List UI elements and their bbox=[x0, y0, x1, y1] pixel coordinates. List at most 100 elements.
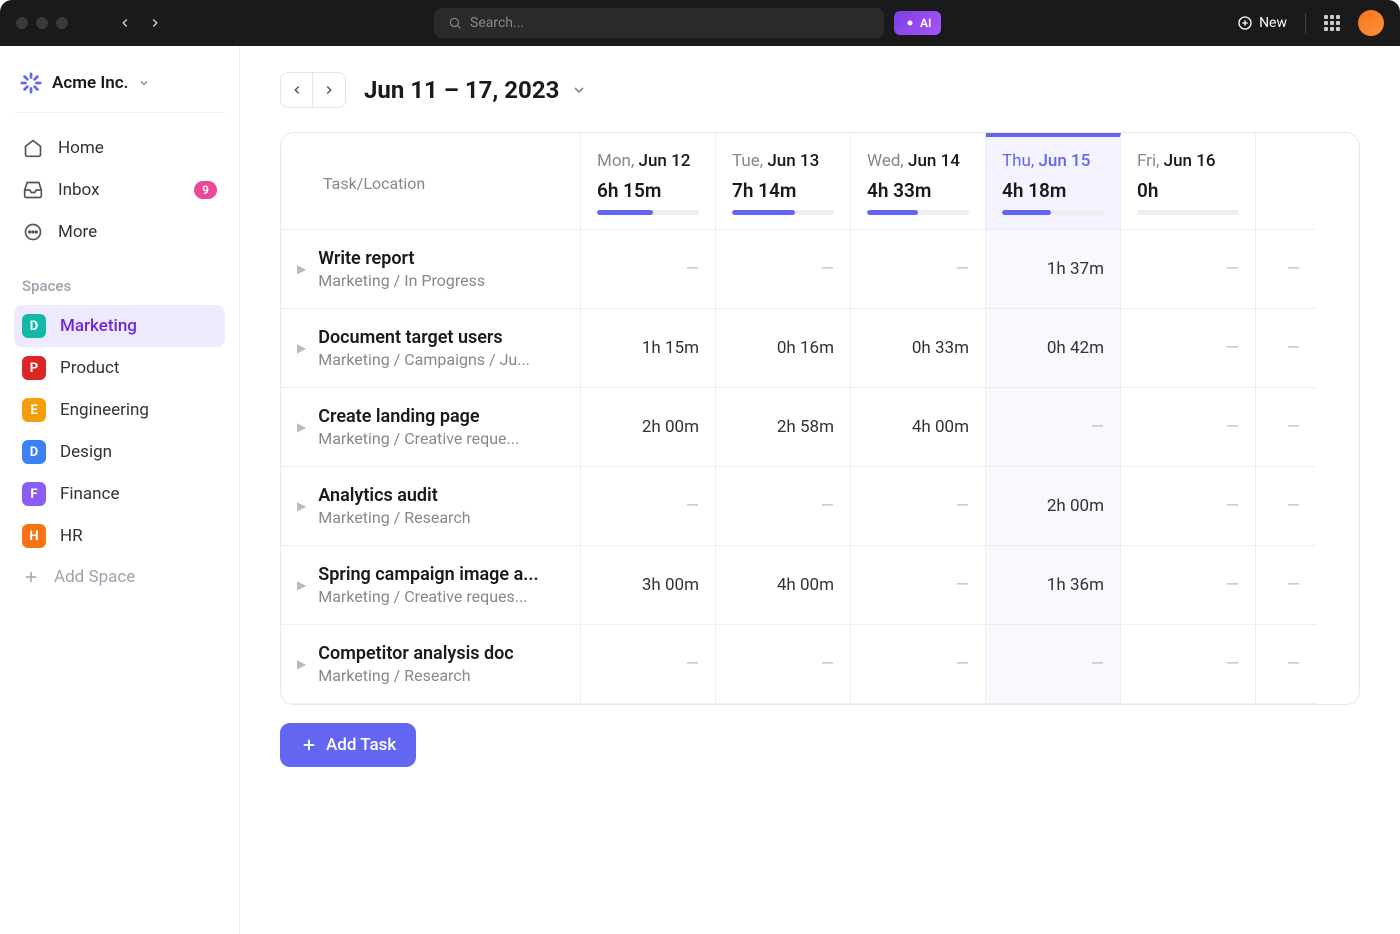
timesheet-table: Task/Location Mon, Jun 12 6h 15m Tue, Ju… bbox=[280, 132, 1360, 705]
time-cell[interactable]: 3h 00m bbox=[581, 546, 716, 625]
time-cell[interactable]: — bbox=[851, 467, 986, 546]
task-cell[interactable]: ▶ Competitor analysis docMarketing / Res… bbox=[281, 625, 581, 704]
time-cell[interactable]: — bbox=[1256, 467, 1316, 546]
day-header[interactable]: Thu, Jun 15 4h 18m bbox=[986, 133, 1121, 230]
nav-forward-icon[interactable] bbox=[148, 16, 162, 30]
space-item-design[interactable]: DDesign bbox=[14, 431, 225, 473]
time-cell[interactable]: 1h 36m bbox=[986, 546, 1121, 625]
time-cell[interactable]: — bbox=[1256, 388, 1316, 467]
ai-button[interactable]: AI bbox=[894, 11, 941, 35]
new-button[interactable]: New bbox=[1237, 15, 1287, 31]
add-space-button[interactable]: Add Space bbox=[14, 557, 225, 597]
space-item-marketing[interactable]: DMarketing bbox=[14, 305, 225, 347]
time-cell[interactable]: — bbox=[1256, 546, 1316, 625]
search-input[interactable]: Search... bbox=[434, 8, 884, 38]
workspace-switcher[interactable]: Acme Inc. bbox=[14, 64, 225, 113]
time-cell[interactable]: — bbox=[716, 467, 851, 546]
more-icon bbox=[22, 221, 44, 243]
ai-icon bbox=[904, 17, 916, 29]
search-icon bbox=[448, 16, 462, 30]
search-placeholder: Search... bbox=[470, 15, 524, 31]
space-label: Product bbox=[60, 358, 119, 378]
divider bbox=[1305, 13, 1306, 33]
date-nav bbox=[280, 72, 346, 108]
time-cell[interactable]: — bbox=[851, 230, 986, 309]
date-range[interactable]: Jun 11 – 17, 2023 bbox=[364, 76, 587, 104]
avatar[interactable] bbox=[1358, 10, 1384, 36]
apps-icon[interactable] bbox=[1324, 15, 1340, 31]
expand-icon[interactable]: ▶ bbox=[297, 657, 306, 671]
time-cell[interactable]: — bbox=[851, 546, 986, 625]
time-cell[interactable]: — bbox=[1121, 388, 1256, 467]
space-item-engineering[interactable]: EEngineering bbox=[14, 389, 225, 431]
day-header[interactable]: Wed, Jun 14 4h 33m bbox=[851, 133, 986, 230]
nav-inbox[interactable]: Inbox 9 bbox=[14, 169, 225, 211]
time-cell[interactable]: 0h 42m bbox=[986, 309, 1121, 388]
time-cell[interactable]: 0h 16m bbox=[716, 309, 851, 388]
expand-icon[interactable]: ▶ bbox=[297, 499, 306, 513]
time-cell[interactable]: — bbox=[581, 625, 716, 704]
day-header[interactable]: Mon, Jun 12 6h 15m bbox=[581, 133, 716, 230]
time-cell[interactable]: — bbox=[1121, 546, 1256, 625]
time-cell[interactable]: 2h 58m bbox=[716, 388, 851, 467]
task-cell[interactable]: ▶ Create landing page Marketing / Creativ… bbox=[281, 388, 581, 467]
time-cell[interactable]: — bbox=[986, 625, 1121, 704]
add-task-button[interactable]: Add Task bbox=[280, 723, 416, 767]
nav-more[interactable]: More bbox=[14, 211, 225, 253]
inbox-icon bbox=[22, 179, 44, 201]
day-total: 6h 15m bbox=[597, 179, 699, 202]
time-cell[interactable]: — bbox=[1256, 230, 1316, 309]
topbar: Search... AI New bbox=[0, 0, 1400, 46]
time-cell[interactable]: 4h 00m bbox=[716, 546, 851, 625]
expand-icon[interactable]: ▶ bbox=[297, 420, 306, 434]
day-header[interactable]: Fri, Jun 16 0h bbox=[1121, 133, 1256, 230]
time-cell[interactable]: — bbox=[1121, 230, 1256, 309]
task-title: Analytics audit bbox=[318, 485, 470, 506]
time-cell[interactable]: 2h 00m bbox=[581, 388, 716, 467]
expand-icon[interactable]: ▶ bbox=[297, 341, 306, 355]
space-item-hr[interactable]: HHR bbox=[14, 515, 225, 557]
spaces-label: Spaces bbox=[14, 253, 225, 305]
expand-icon[interactable]: ▶ bbox=[297, 578, 306, 592]
time-cell[interactable]: — bbox=[581, 230, 716, 309]
workspace-name: Acme Inc. bbox=[52, 73, 128, 93]
space-item-product[interactable]: PProduct bbox=[14, 347, 225, 389]
expand-icon[interactable]: ▶ bbox=[297, 262, 306, 276]
day-total: 7h 14m bbox=[732, 179, 834, 202]
space-icon: E bbox=[22, 398, 46, 422]
date-next-button[interactable] bbox=[313, 73, 345, 107]
task-cell[interactable]: ▶ Analytics auditMarketing / Research bbox=[281, 467, 581, 546]
time-cell[interactable]: 4h 00m bbox=[851, 388, 986, 467]
task-cell[interactable]: ▶ Document target usersMarketing / Campa… bbox=[281, 309, 581, 388]
inbox-badge: 9 bbox=[194, 181, 217, 199]
time-cell[interactable]: — bbox=[1121, 467, 1256, 546]
time-cell[interactable]: 1h 15m bbox=[581, 309, 716, 388]
space-item-finance[interactable]: FFinance bbox=[14, 473, 225, 515]
time-cell[interactable]: — bbox=[716, 625, 851, 704]
date-prev-button[interactable] bbox=[281, 73, 313, 107]
progress-track bbox=[867, 210, 969, 215]
time-cell[interactable]: 1h 37m bbox=[986, 230, 1121, 309]
task-path: Marketing / Creative reque... bbox=[318, 429, 519, 448]
time-cell[interactable]: — bbox=[851, 625, 986, 704]
time-cell[interactable]: — bbox=[1256, 625, 1316, 704]
nav-back-icon[interactable] bbox=[118, 16, 132, 30]
task-title: Create landing page bbox=[318, 406, 519, 427]
progress-track bbox=[1137, 210, 1239, 215]
time-cell[interactable]: — bbox=[1256, 309, 1316, 388]
task-cell[interactable]: ▶ Spring campaign image a...Marketing / … bbox=[281, 546, 581, 625]
time-cell[interactable]: — bbox=[1121, 309, 1256, 388]
window-controls[interactable] bbox=[16, 17, 68, 29]
time-cell[interactable]: — bbox=[986, 388, 1121, 467]
time-cell[interactable]: 0h 33m bbox=[851, 309, 986, 388]
plus-icon bbox=[300, 736, 318, 754]
day-header[interactable]: Tue, Jun 13 7h 14m bbox=[716, 133, 851, 230]
time-cell[interactable]: 2h 00m bbox=[986, 467, 1121, 546]
time-cell[interactable]: — bbox=[716, 230, 851, 309]
time-cell[interactable]: — bbox=[581, 467, 716, 546]
nav-home[interactable]: Home bbox=[14, 127, 225, 169]
time-cell[interactable]: — bbox=[1121, 625, 1256, 704]
progress-track bbox=[1002, 210, 1104, 215]
day-header-overflow bbox=[1256, 133, 1316, 230]
task-cell[interactable]: ▶ Write reportMarketing / In Progress bbox=[281, 230, 581, 309]
